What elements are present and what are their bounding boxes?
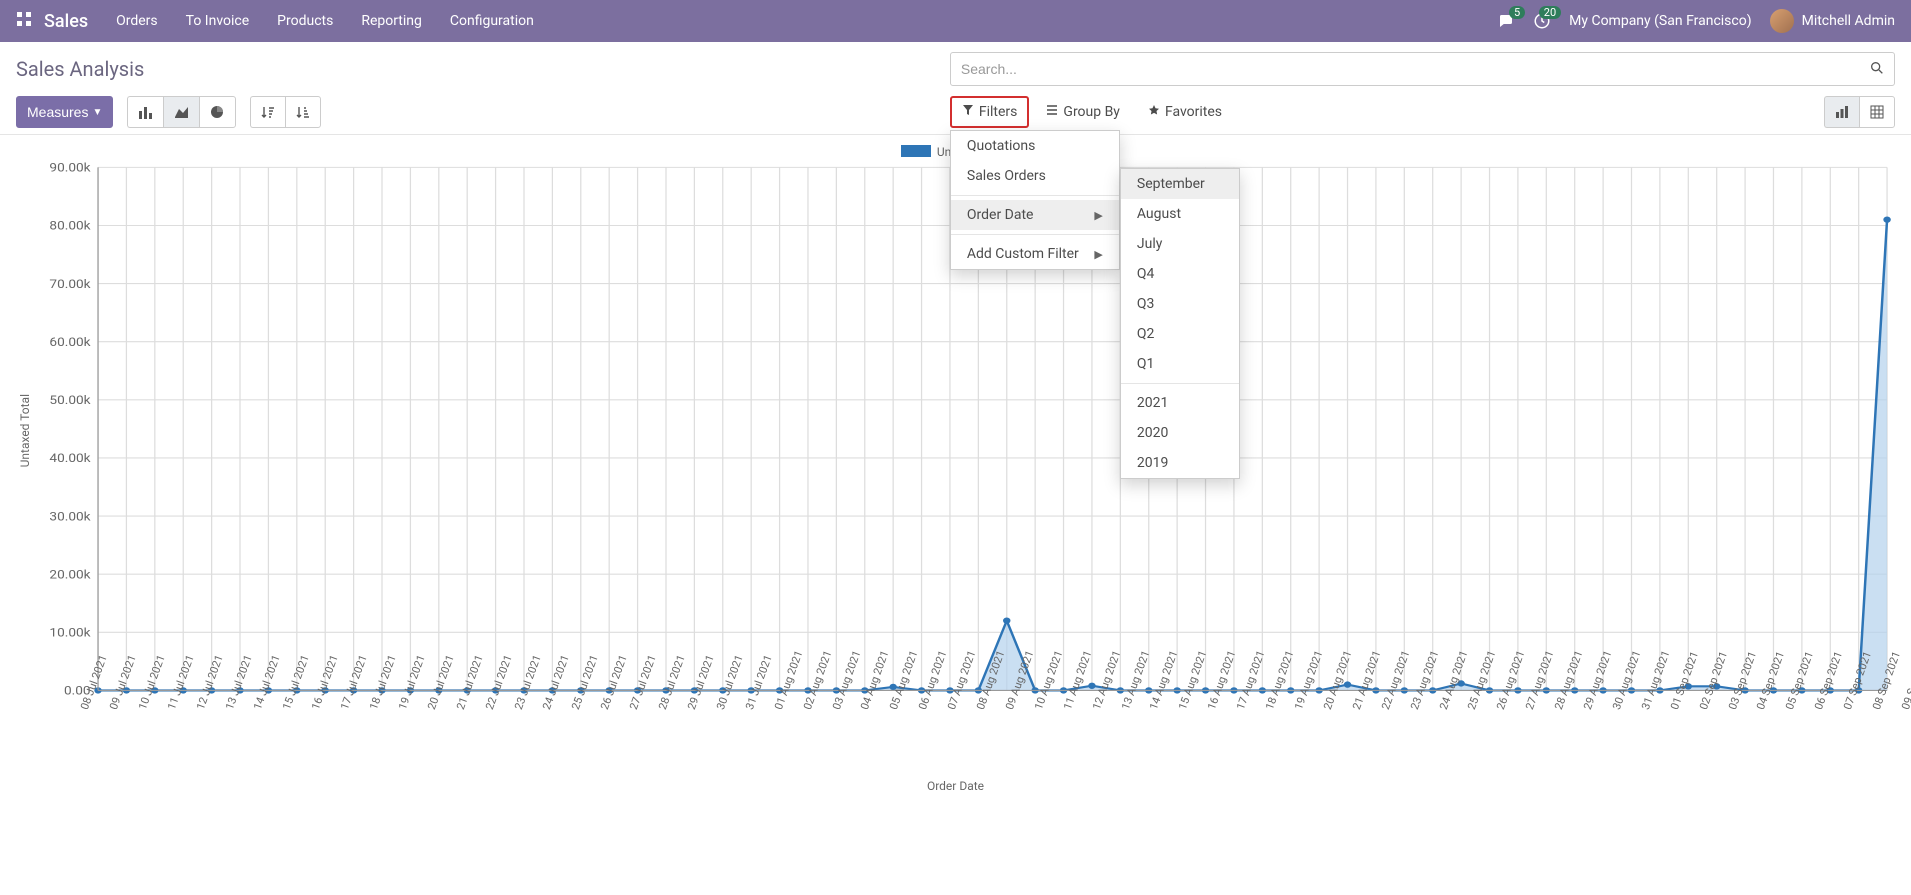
date-q2[interactable]: Q2: [1121, 319, 1239, 349]
filter-add-custom[interactable]: Add Custom Filter ▶: [951, 239, 1119, 269]
x-axis-ticks: 08 Jul 202109 Jul 202110 Jul 202111 Jul …: [76, 701, 1897, 777]
date-2021[interactable]: 2021: [1121, 388, 1239, 418]
filter-icon: [962, 104, 974, 120]
sort-group: [250, 96, 321, 128]
filters-label: Filters: [979, 104, 1018, 120]
filter-quotations[interactable]: Quotations: [951, 131, 1119, 161]
line-chart-button[interactable]: [163, 96, 199, 128]
view-switcher: [1824, 96, 1895, 128]
svg-text:60.00k: 60.00k: [49, 336, 91, 350]
date-august[interactable]: August: [1121, 199, 1239, 229]
svg-text:70.00k: 70.00k: [49, 278, 91, 292]
sort-desc-button[interactable]: [250, 96, 285, 128]
page-title: Sales Analysis: [16, 57, 144, 81]
x-axis-label: Order Date: [14, 779, 1897, 793]
filters-dropdown: Quotations Sales Orders Order Date ▶ Add…: [950, 130, 1120, 270]
graph-view-button[interactable]: [1824, 96, 1859, 128]
order-date-submenu: September August July Q4 Q3 Q2 Q1 2021 2…: [1120, 168, 1240, 479]
date-september[interactable]: September: [1121, 169, 1239, 199]
date-q3[interactable]: Q3: [1121, 289, 1239, 319]
bar-chart-button[interactable]: [127, 96, 163, 128]
apps-icon[interactable]: [16, 11, 32, 31]
menu-to-invoice[interactable]: To Invoice: [186, 13, 250, 29]
groupby-button[interactable]: Group By: [1035, 96, 1131, 128]
separator: [1121, 383, 1239, 384]
chevron-right-icon: ▶: [1094, 248, 1102, 261]
discuss-badge: 5: [1509, 6, 1525, 19]
measures-label: Measures: [27, 104, 88, 120]
discuss-button[interactable]: 5: [1497, 12, 1515, 30]
chart-type-group: [127, 96, 236, 128]
date-july[interactable]: July: [1121, 229, 1239, 259]
main-menu: Orders To Invoice Products Reporting Con…: [116, 13, 1497, 29]
svg-text:50.00k: 50.00k: [49, 394, 91, 408]
search-input[interactable]: [950, 52, 1895, 86]
company-selector[interactable]: My Company (San Francisco): [1569, 13, 1751, 29]
measures-button[interactable]: Measures ▼: [16, 96, 113, 128]
separator: [951, 195, 1119, 196]
svg-text:10.00k: 10.00k: [49, 626, 91, 640]
svg-text:80.00k: 80.00k: [49, 220, 91, 234]
y-axis-label: Untaxed Total: [14, 394, 36, 467]
activities-badge: 20: [1539, 6, 1561, 19]
favorites-label: Favorites: [1165, 104, 1222, 120]
date-2020[interactable]: 2020: [1121, 418, 1239, 448]
chevron-right-icon: ▶: [1094, 209, 1102, 222]
menu-products[interactable]: Products: [277, 13, 333, 29]
top-navbar: Sales Orders To Invoice Products Reporti…: [0, 0, 1911, 42]
date-2019[interactable]: 2019: [1121, 448, 1239, 478]
svg-text:40.00k: 40.00k: [49, 452, 91, 466]
date-q1[interactable]: Q1: [1121, 349, 1239, 379]
date-q4[interactable]: Q4: [1121, 259, 1239, 289]
filter-order-date[interactable]: Order Date ▶: [951, 200, 1119, 230]
svg-text:30.00k: 30.00k: [49, 510, 91, 524]
groupby-label: Group By: [1063, 104, 1120, 120]
caret-down-icon: ▼: [92, 107, 102, 118]
list-icon: [1046, 104, 1058, 120]
avatar: [1770, 9, 1794, 33]
app-brand[interactable]: Sales: [44, 11, 88, 32]
user-menu[interactable]: Mitchell Admin: [1770, 9, 1895, 33]
user-name: Mitchell Admin: [1802, 13, 1895, 29]
menu-orders[interactable]: Orders: [116, 13, 158, 29]
filters-button[interactable]: Filters: [950, 96, 1030, 128]
filter-sales-orders[interactable]: Sales Orders: [951, 161, 1119, 191]
legend-swatch: [901, 145, 931, 157]
separator: [951, 234, 1119, 235]
svg-text:20.00k: 20.00k: [49, 568, 91, 582]
favorites-button[interactable]: Favorites: [1137, 96, 1233, 128]
pivot-view-button[interactable]: [1859, 96, 1895, 128]
menu-reporting[interactable]: Reporting: [361, 13, 422, 29]
control-panel: Sales Analysis Measures ▼: [0, 42, 1911, 135]
sort-asc-button[interactable]: [285, 96, 321, 128]
pie-chart-button[interactable]: [199, 96, 236, 128]
search-icon[interactable]: [1869, 60, 1885, 80]
menu-configuration[interactable]: Configuration: [450, 13, 534, 29]
svg-text:90.00k: 90.00k: [49, 161, 91, 175]
activities-button[interactable]: 20: [1533, 12, 1551, 30]
star-icon: [1148, 104, 1160, 120]
